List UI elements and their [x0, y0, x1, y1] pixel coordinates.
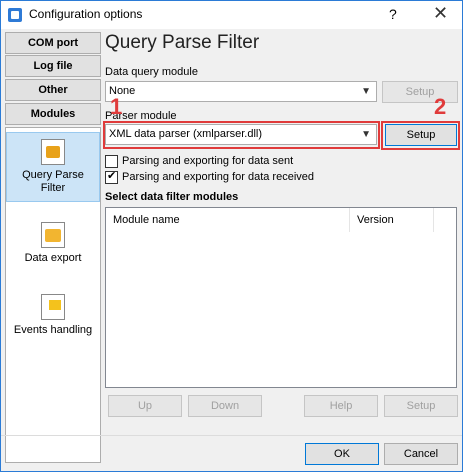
annotation-box-1 [103, 121, 380, 149]
module-item-label: Query Parse Filter [22, 169, 84, 194]
filter-modules-title: Select data filter modules [105, 191, 239, 203]
help-icon[interactable]: ? [389, 6, 397, 22]
data-query-label: Data query module [105, 66, 198, 78]
title-bar: Configuration options ? ✕ [1, 1, 462, 29]
events-icon [41, 294, 65, 320]
filter-setup-button[interactable]: Setup [384, 395, 458, 417]
configuration-window: Configuration options ? ✕ COM port Log f… [0, 0, 463, 472]
puzzle-icon [41, 139, 65, 165]
nav-com-port-button[interactable]: COM port [5, 32, 101, 54]
nav-log-file-button[interactable]: Log file [5, 55, 101, 77]
annotation-number-1: 1 [110, 94, 123, 119]
footer-divider [1, 435, 462, 436]
check-data-received-label: Parsing and exporting for data received [122, 171, 315, 183]
column-header-version[interactable]: Version [350, 208, 434, 232]
help-button[interactable]: Help [304, 395, 378, 417]
close-icon[interactable]: ✕ [433, 3, 448, 24]
app-icon [8, 8, 22, 22]
nav-modules-button[interactable]: Modules [5, 103, 101, 125]
nav-other-button[interactable]: Other [5, 79, 101, 101]
page-title: Query Parse Filter [105, 32, 260, 53]
check-data-sent-label: Parsing and exporting for data sent [122, 155, 294, 167]
data-query-select[interactable]: None ▼ [105, 81, 377, 102]
export-icon [41, 222, 65, 248]
filter-modules-list[interactable]: Module name Version [105, 207, 457, 388]
data-query-setup-button[interactable]: Setup [382, 81, 458, 103]
module-item-label: Events handling [13, 324, 93, 336]
ok-button[interactable]: OK [305, 443, 379, 465]
annotation-box-2 [381, 121, 460, 150]
chevron-down-icon: ▼ [361, 86, 371, 97]
cancel-button[interactable]: Cancel [384, 443, 458, 465]
modules-panel: Query Parse Filter Data export Events ha… [5, 127, 101, 463]
check-data-sent[interactable] [105, 155, 118, 168]
module-item-events-handling[interactable]: Events handling [6, 294, 100, 344]
module-item-query-parse-filter[interactable]: Query Parse Filter [6, 132, 100, 202]
module-item-label: Data export [24, 252, 82, 264]
column-header-module-name[interactable]: Module name [106, 208, 350, 232]
annotation-number-2: 2 [434, 94, 447, 119]
up-button[interactable]: Up [108, 395, 182, 417]
window-title: Configuration options [29, 7, 143, 21]
check-data-received[interactable] [105, 169, 118, 184]
down-button[interactable]: Down [188, 395, 262, 417]
module-item-data-export[interactable]: Data export [6, 222, 100, 272]
